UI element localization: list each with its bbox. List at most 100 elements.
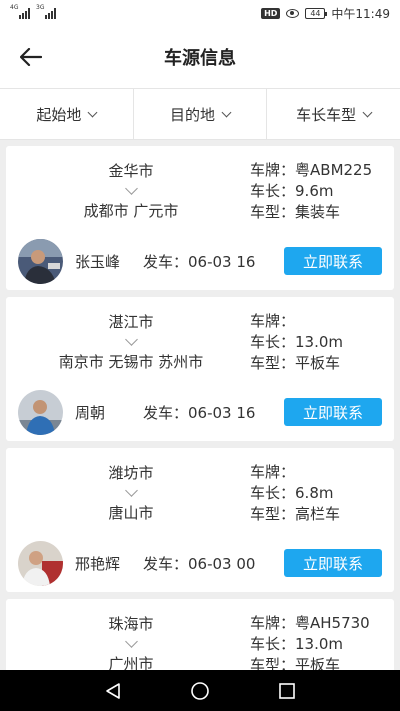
type-row: 车型：平板车 — [250, 655, 370, 670]
battery-icon: 44 — [305, 7, 328, 19]
vehicle-card[interactable]: 潍坊市 唐山市 车牌： 车长：6.8m 车型：高栏车 邢艳辉 发车：06-03 … — [6, 448, 394, 592]
contact-button[interactable]: 立即联系 — [284, 247, 382, 275]
length-value: 6.8m — [295, 484, 334, 502]
plate-label: 车牌： — [250, 312, 296, 330]
origin-city: 潍坊市 — [108, 464, 154, 482]
type-row: 车型：高栏车 — [250, 504, 340, 525]
card-footer: 张玉峰 发车：06-03 16 立即联系 — [18, 238, 382, 284]
chevron-down-icon — [6, 483, 256, 502]
plate-value: 粤AH5730 — [295, 614, 370, 632]
hd-icon: HD — [261, 7, 281, 19]
length-value: 9.6m — [295, 182, 334, 200]
depart-time: 发车：06-03 16 — [143, 251, 284, 272]
chevron-down-icon — [87, 107, 98, 117]
network-type-label: 4G — [10, 4, 19, 11]
vehicle-info: 车牌：粤ABM225 车长：9.6m 车型：集装车 — [250, 160, 372, 223]
contact-button[interactable]: 立即联系 — [284, 398, 382, 426]
back-button[interactable] — [18, 44, 44, 70]
depart-label: 发车： — [143, 403, 189, 422]
origin-city: 珠海市 — [108, 615, 154, 633]
length-value: 13.0m — [295, 635, 344, 653]
signal-group: 4G 3G — [10, 4, 56, 19]
filter-origin[interactable]: 起始地 — [0, 89, 134, 139]
destination-cities: 南京市 无锡市 苏州市 — [58, 353, 204, 371]
system-nav-bar — [0, 670, 400, 711]
filter-bar: 起始地 目的地 车长车型 — [0, 88, 400, 140]
length-label: 车长： — [250, 182, 296, 200]
depart-label: 发车： — [143, 252, 189, 271]
type-label: 车型： — [250, 203, 296, 221]
type-label: 车型： — [250, 505, 296, 523]
route: 金华市 成都市 广元市 — [6, 160, 256, 222]
network-type-label: 3G — [36, 4, 45, 11]
route: 湛江市 南京市 无锡市 苏州市 — [6, 311, 256, 373]
type-value: 高栏车 — [295, 505, 341, 523]
origin-city: 湛江市 — [108, 313, 154, 331]
plate-value: 粤ABM225 — [295, 161, 373, 179]
signal-strength-icon: 4G — [10, 4, 30, 19]
plate-label: 车牌： — [250, 463, 296, 481]
depart-value: 06-03 16 — [188, 403, 256, 422]
vehicle-info: 车牌： 车长：13.0m 车型：平板车 — [250, 311, 343, 374]
home-circle-icon[interactable] — [190, 681, 210, 701]
length-label: 车长： — [250, 333, 296, 351]
driver-name: 张玉峰 — [75, 252, 121, 271]
depart-value: 06-03 16 — [188, 252, 256, 271]
length-label: 车长： — [250, 635, 296, 653]
status-bar: 4G 3G HD 44 中午11:49 — [0, 0, 400, 26]
depart-value: 06-03 00 — [188, 554, 256, 573]
length-label: 车长： — [250, 484, 296, 502]
type-label: 车型： — [250, 656, 296, 670]
destination-cities: 广州市 — [108, 655, 154, 670]
chevron-down-icon — [6, 634, 256, 653]
chevron-down-icon — [362, 107, 373, 117]
depart-label: 发车： — [143, 554, 189, 573]
filter-destination[interactable]: 目的地 — [134, 89, 268, 139]
destination-cities: 成都市 广元市 — [83, 202, 179, 220]
avatar — [18, 238, 63, 284]
chevron-down-icon — [6, 181, 256, 200]
route: 潍坊市 唐山市 — [6, 462, 256, 524]
plate-row: 车牌：粤AH5730 — [250, 613, 370, 634]
depart-time: 发车：06-03 00 — [143, 553, 284, 574]
destination-cities: 唐山市 — [108, 504, 154, 522]
length-row: 车长：9.6m — [250, 181, 372, 202]
eye-icon — [286, 8, 300, 18]
type-row: 车型：平板车 — [250, 353, 343, 374]
filter-vehicle-length-type[interactable]: 车长车型 — [267, 89, 400, 139]
depart-time: 发车：06-03 16 — [143, 402, 284, 423]
driver-name: 邢艳辉 — [75, 554, 121, 573]
back-arrow-icon — [20, 48, 42, 66]
page-title: 车源信息 — [164, 48, 236, 69]
avatar — [18, 540, 63, 586]
vehicle-info: 车牌： 车长：6.8m 车型：高栏车 — [250, 462, 340, 525]
plate-row: 车牌：粤ABM225 — [250, 160, 372, 181]
route: 珠海市 广州市 — [6, 613, 256, 670]
vehicle-info: 车牌：粤AH5730 车长：13.0m 车型：平板车 — [250, 613, 370, 670]
origin-city: 金华市 — [108, 162, 154, 180]
chevron-down-icon — [221, 107, 232, 117]
back-triangle-icon[interactable] — [104, 682, 122, 700]
length-row: 车长：13.0m — [250, 634, 370, 655]
card-footer: 周朝 发车：06-03 16 立即联系 — [18, 389, 382, 435]
vehicle-card[interactable]: 金华市 成都市 广元市 车牌：粤ABM225 车长：9.6m 车型：集装车 张玉… — [6, 146, 394, 290]
contact-button[interactable]: 立即联系 — [284, 549, 382, 577]
type-label: 车型： — [250, 354, 296, 372]
recents-square-icon[interactable] — [278, 682, 296, 700]
vehicle-list[interactable]: 金华市 成都市 广元市 车牌：粤ABM225 车长：9.6m 车型：集装车 张玉… — [0, 146, 400, 670]
plate-label: 车牌： — [250, 161, 296, 179]
card-footer: 邢艳辉 发车：06-03 00 立即联系 — [18, 540, 382, 586]
app-header: 车源信息 — [0, 26, 400, 88]
type-row: 车型：集装车 — [250, 202, 372, 223]
avatar — [18, 389, 63, 435]
vehicle-card[interactable]: 珠海市 广州市 车牌：粤AH5730 车长：13.0m 车型：平板车 — [6, 599, 394, 670]
type-value: 集装车 — [295, 203, 341, 221]
filter-label: 目的地 — [170, 105, 216, 124]
filter-label: 车长车型 — [296, 105, 357, 124]
vehicle-card[interactable]: 湛江市 南京市 无锡市 苏州市 车牌： 车长：13.0m 车型：平板车 周朝 发… — [6, 297, 394, 441]
filter-label: 起始地 — [36, 105, 82, 124]
driver-name: 周朝 — [75, 403, 106, 422]
type-value: 平板车 — [295, 354, 341, 372]
plate-row: 车牌： — [250, 311, 343, 332]
status-time: 中午11:49 — [331, 6, 390, 21]
